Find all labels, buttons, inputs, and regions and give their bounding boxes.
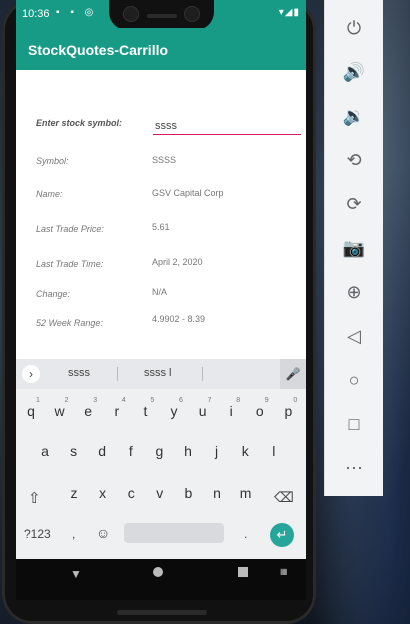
notification-icons: ▪ ▪ ◎ — [56, 7, 98, 18]
key-b[interactable]: b — [178, 485, 198, 501]
period-key[interactable]: . — [244, 527, 247, 541]
key-l[interactable]: l — [264, 443, 284, 459]
soft-keyboard: › ssss ssss l 🎤 q1 w2 e3 r4 t5 y6 u7 i8 o9 p0 asd… — [16, 359, 306, 559]
rotate-right-icon[interactable]: ⟳ — [325, 194, 383, 215]
key-c[interactable]: c — [121, 485, 141, 501]
last-trade-price-label: Last Trade Price: — [36, 224, 104, 234]
change-label: Change: — [36, 289, 71, 299]
key-hint: 4 — [121, 397, 126, 404]
emulator-side-panel: ⏻ 🔊 🔉 ⟲ ⟳ 📷 ⊕ ◁ ○ □ ⋯ — [324, 0, 383, 496]
emoji-icon[interactable]: ☺ — [96, 525, 110, 541]
zoom-icon[interactable]: ⊕ — [325, 282, 383, 303]
last-trade-time-value: April 2, 2020 — [152, 257, 203, 267]
recent-apps-icon[interactable] — [238, 567, 248, 577]
key-i[interactable]: i — [221, 403, 241, 419]
enter-icon[interactable]: ↵ — [270, 523, 294, 547]
key-s[interactable]: s — [64, 443, 84, 459]
bottom-speaker — [117, 610, 207, 615]
key-m[interactable]: m — [236, 485, 256, 501]
volume-up-icon[interactable]: 🔊 — [325, 62, 383, 83]
camera-icon — [123, 6, 139, 22]
earpiece — [147, 14, 177, 18]
microphone-icon[interactable]: 🎤 — [280, 359, 306, 389]
week-range-label: 52 Week Range: — [36, 318, 103, 328]
app-title: StockQuotes-Carrillo — [28, 42, 169, 58]
name-value: GSV Capital Corp — [152, 188, 224, 198]
change-value: N/A — [152, 287, 168, 297]
signal-battery-icon: ▾◢▮ — [278, 7, 300, 18]
key-hint: 3 — [93, 397, 98, 404]
status-time: 10:36 — [22, 8, 50, 20]
key-h[interactable]: h — [178, 443, 198, 459]
week-range-value: 4.9902 - 8.39 — [152, 314, 206, 324]
phone-frame: 10:36 ▪ ▪ ◎ ▾◢▮ StockQuotes-Carrillo Ent… — [2, 0, 316, 624]
key-n[interactable]: n — [207, 485, 227, 501]
key-hint: 7 — [207, 397, 212, 404]
key-hint: 2 — [64, 397, 69, 404]
camera-notch — [109, 0, 214, 30]
key-hint: 8 — [236, 397, 241, 404]
symbol-value: SSSS — [152, 155, 177, 165]
key-t[interactable]: t — [135, 403, 155, 419]
symbol-prompt-label: Enter stock symbol: — [36, 118, 123, 128]
rotate-left-icon[interactable]: ⟲ — [325, 150, 383, 171]
camera-icon[interactable]: 📷 — [325, 238, 383, 259]
key-f[interactable]: f — [121, 443, 141, 459]
overview-icon[interactable]: □ — [325, 414, 383, 435]
key-e[interactable]: e — [78, 403, 98, 419]
suggestion-divider — [117, 367, 118, 381]
comma-key[interactable]: , — [72, 527, 75, 541]
key-p[interactable]: p — [278, 403, 298, 419]
key-d[interactable]: d — [92, 443, 112, 459]
chevron-right-icon[interactable]: › — [22, 365, 40, 383]
key-k[interactable]: k — [235, 443, 255, 459]
key-hint: 0 — [293, 397, 298, 404]
key-z[interactable]: z — [64, 485, 84, 501]
back-icon[interactable]: ◁ — [325, 326, 383, 347]
key-hint: 1 — [36, 397, 40, 404]
suggestion-1[interactable]: ssss — [68, 367, 90, 379]
key-y[interactable]: y — [164, 403, 184, 419]
key-hint: 9 — [264, 397, 269, 404]
last-trade-price-value: 5.61 — [152, 222, 170, 232]
key-g[interactable]: g — [149, 443, 169, 459]
symbol-input[interactable] — [153, 118, 301, 135]
suggestion-2[interactable]: ssss l — [144, 367, 172, 379]
symbol-label: Symbol: — [36, 156, 69, 166]
suggestion-strip: › ssss ssss l 🎤 — [16, 359, 306, 389]
volume-down-icon[interactable]: 🔉 — [325, 106, 383, 127]
symbols-key[interactable]: ?123 — [24, 527, 51, 541]
key-a[interactable]: a — [35, 443, 55, 459]
key-hint: 6 — [179, 397, 183, 404]
home-icon[interactable]: ○ — [325, 370, 383, 391]
more-icon[interactable]: ⋯ — [325, 458, 383, 479]
keyboard-switch-icon[interactable]: ▦ — [280, 567, 288, 576]
key-r[interactable]: r — [107, 403, 127, 419]
key-hint: 5 — [150, 397, 155, 404]
power-icon[interactable]: ⏻ — [325, 18, 383, 39]
key-j[interactable]: j — [207, 443, 227, 459]
suggestion-divider — [202, 367, 203, 381]
key-o[interactable]: o — [250, 403, 270, 419]
space-bar[interactable] — [124, 523, 224, 543]
key-u[interactable]: u — [193, 403, 213, 419]
backspace-icon[interactable]: ⌫ — [274, 489, 294, 506]
shift-icon[interactable]: ⇧ — [28, 489, 41, 507]
key-q[interactable]: q — [21, 403, 41, 419]
app-bar: StockQuotes-Carrillo — [16, 28, 306, 70]
last-trade-time-label: Last Trade Time: — [36, 259, 104, 269]
camera-icon — [184, 6, 200, 22]
key-w[interactable]: w — [50, 403, 70, 419]
key-v[interactable]: v — [150, 485, 170, 501]
back-icon[interactable]: ▼ — [70, 567, 82, 581]
nav-bar: ▼ ▦ — [16, 559, 306, 600]
name-label: Name: — [36, 189, 63, 199]
device-screen: 10:36 ▪ ▪ ◎ ▾◢▮ StockQuotes-Carrillo Ent… — [16, 0, 306, 600]
key-x[interactable]: x — [93, 485, 113, 501]
home-icon[interactable] — [153, 567, 163, 577]
